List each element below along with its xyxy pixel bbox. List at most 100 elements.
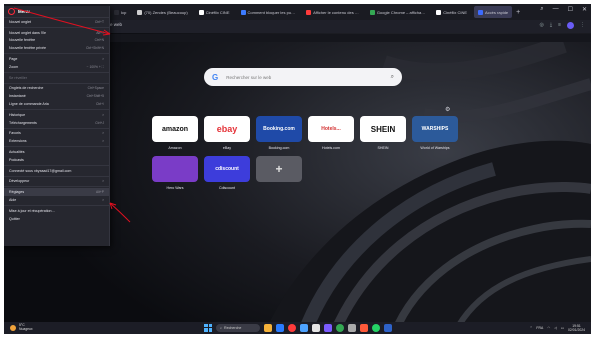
speed-dial-add[interactable]: +: [256, 156, 302, 186]
speed-dial-ebay[interactable]: ebay eBay: [204, 116, 250, 150]
tab-label: Google Chrome – afficha…: [376, 9, 426, 15]
menu-item-19[interactable]: Aide >: [4, 196, 109, 204]
chrome-icon[interactable]: [336, 323, 344, 332]
menu-item-label: Réglages: [9, 190, 25, 195]
account-avatar[interactable]: [567, 22, 574, 29]
menu-item-label: Nouvel onglet dans l'île: [9, 30, 47, 35]
close-icon[interactable]: ✕: [582, 6, 587, 13]
opera-gx-icon[interactable]: [360, 323, 368, 332]
minimize-icon[interactable]: —: [553, 6, 559, 13]
menu-icon[interactable]: ⋮: [580, 22, 585, 29]
menu-item-10[interactable]: Historique >: [4, 111, 109, 119]
search-input[interactable]: Rechercher sur le web: [226, 75, 382, 80]
menu-item-12[interactable]: Favoris >: [4, 130, 109, 138]
menu-item-4[interactable]: Page >: [4, 55, 109, 63]
tab-label: (70) Zendes (Beaucoup): [144, 9, 188, 15]
speed-dial-hotels-com[interactable]: Hotels... Hotels.com: [308, 116, 354, 150]
whatsapp-icon[interactable]: [372, 323, 380, 332]
window-controls: ⌕ — ☐ ✕: [540, 6, 587, 13]
store-icon[interactable]: [300, 323, 308, 332]
toolbar-right: ◎ ⤓ ≡ ⋮: [539, 22, 585, 29]
tab-6[interactable]: Cinéflix CINE: [432, 6, 471, 18]
menu-item-8[interactable]: Instantané Ctrl+Shift+5: [4, 92, 109, 100]
word-icon[interactable]: [384, 323, 392, 332]
tab-favicon-icon: [137, 9, 143, 15]
menu-separator: [4, 127, 109, 129]
menu-item-9[interactable]: Ligne de commande Aria Ctrl+/: [4, 100, 109, 108]
menu-item-20[interactable]: Mise à jour et récupération…: [4, 207, 109, 215]
menu-item-label: Podcasts: [9, 157, 24, 162]
menu-item-15[interactable]: Podcasts: [4, 156, 109, 164]
app-icon[interactable]: [312, 323, 320, 332]
tab-3[interactable]: Comment bloquer les pu…: [237, 6, 300, 18]
search-icon[interactable]: ⌕: [391, 74, 394, 81]
maximize-icon[interactable]: ☐: [568, 6, 573, 13]
menu-item-0[interactable]: Nouvel onglet Ctrl+T: [4, 18, 109, 26]
tab-0[interactable]: Icp: [110, 6, 130, 18]
snapshot-icon[interactable]: ◎: [539, 22, 543, 29]
search-tabs-icon[interactable]: ⌕: [540, 6, 543, 13]
menu-item-shortcut: >: [102, 198, 104, 203]
menu-item-13[interactable]: Extensions >: [4, 137, 109, 145]
menu-item-6[interactable]: Se réveiller: [4, 74, 109, 82]
menu-item-label: Onglets de recherche: [9, 86, 44, 91]
speed-dial-logo: Booking.com: [256, 116, 302, 142]
menu-item-label: Page: [9, 57, 18, 62]
download-icon[interactable]: ⤓: [550, 22, 552, 29]
speed-dial-label: Hero Wars: [166, 186, 184, 190]
system-tray: ⌃ FRA ◠ ◁ ▭ 19:51 02/01/2024: [530, 324, 585, 332]
tab-label: Accès rapide: [485, 9, 509, 15]
menu-item-14[interactable]: Actualités: [4, 148, 109, 156]
speed-dial-shein[interactable]: SHEIN SHEIN: [360, 116, 406, 150]
windows-start-icon[interactable]: [204, 323, 212, 332]
tab-1[interactable]: (70) Zendes (Beaucoup): [133, 6, 191, 18]
speed-dial-settings-icon[interactable]: ⚙: [445, 106, 450, 113]
menu-item-shortcut: Ctrl+/: [96, 102, 104, 107]
menu-item-21[interactable]: Quitter: [4, 215, 109, 223]
menu-item-11[interactable]: Téléchargements Ctrl+J: [4, 119, 109, 127]
opera-taskbar-icon[interactable]: [288, 323, 296, 332]
menu-item-16[interactable]: Connecté sous xbyxaad17@gmail.com: [4, 167, 109, 175]
speed-dial-amazon[interactable]: amazon Amazon: [152, 116, 198, 150]
teams-icon[interactable]: [324, 323, 332, 332]
speed-dial-world-of-warships[interactable]: WARSHIPS World of Warships: [412, 116, 458, 150]
tab-5[interactable]: Google Chrome – afficha…: [366, 6, 429, 18]
language-indicator[interactable]: FRA: [536, 326, 543, 330]
speed-dial-logo: SHEIN: [360, 116, 406, 142]
tab-2[interactable]: Cinéflix CINE: [195, 6, 234, 18]
tab-4[interactable]: Afficher le contenu des …: [302, 6, 363, 18]
battery-icon[interactable]: ▭: [561, 326, 564, 330]
menu-item-7[interactable]: Onglets de recherche Ctrl+Space: [4, 85, 109, 93]
menu-item-2[interactable]: Nouvelle fenêtre Ctrl+N: [4, 37, 109, 45]
search-box[interactable]: G Rechercher sur le web ⌕: [204, 68, 402, 86]
volume-icon[interactable]: ◁: [554, 326, 557, 330]
menu-item-shortcut: Alt+P: [96, 190, 104, 195]
easy-setup-icon[interactable]: ≡: [558, 22, 561, 29]
menu-item-shortcut: Ctrl+Shift+N: [86, 46, 104, 51]
settings-taskbar-icon[interactable]: [348, 323, 356, 332]
menu-item-3[interactable]: Nouvelle fenêtre privée Ctrl+Shift+N: [4, 44, 109, 52]
tab-7[interactable]: Accès rapide: [474, 6, 513, 18]
menu-item-label: Zoom: [9, 64, 19, 69]
taskbar-search[interactable]: ⌕ Recherche: [216, 323, 260, 332]
menu-item-5[interactable]: Zoom − 100% + ⛶: [4, 63, 109, 71]
file-explorer-icon[interactable]: [264, 323, 272, 332]
new-tab-button[interactable]: +: [516, 9, 520, 16]
weather-widget[interactable]: 5°C Nuageux: [10, 323, 33, 331]
tab-favicon-icon: [240, 9, 246, 15]
edge-icon[interactable]: [276, 323, 284, 332]
wifi-icon[interactable]: ◠: [547, 326, 550, 330]
menu-separator: [4, 204, 109, 206]
menu-header[interactable]: Menu: [4, 6, 109, 18]
menu-item-18[interactable]: Réglages Alt+P: [4, 188, 109, 197]
tab-label: Icp: [121, 9, 127, 15]
menu-item-shortcut: >: [102, 139, 104, 144]
tray-chevron-icon[interactable]: ⌃: [530, 326, 533, 330]
menu-item-1[interactable]: Nouvel onglet dans l'île Alt+T: [4, 29, 109, 37]
screen: Icp (70) Zendes (Beaucoup) Cinéflix CINE Co…: [4, 4, 591, 334]
speed-dial-cdiscount[interactable]: cdiscount Cdiscount: [204, 156, 250, 190]
speed-dial-hero-wars[interactable]: Hero Wars: [152, 156, 198, 190]
speed-dial-booking-com[interactable]: Booking.com Booking.com: [256, 116, 302, 150]
menu-item-17[interactable]: Développeur >: [4, 178, 109, 186]
clock[interactable]: 19:51 02/01/2024: [568, 324, 585, 332]
